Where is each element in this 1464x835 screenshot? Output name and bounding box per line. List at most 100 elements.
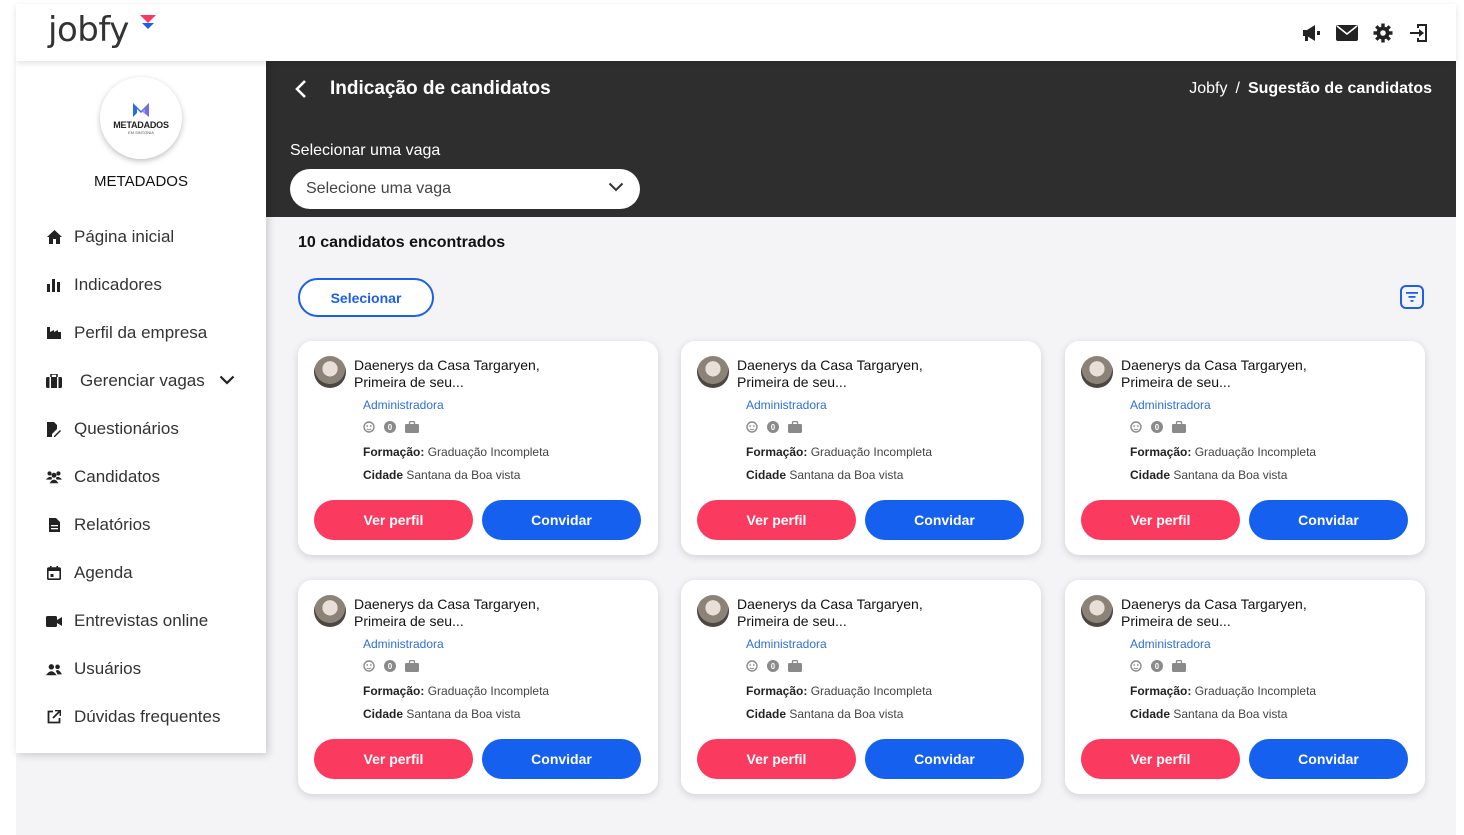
company-logo-subtitle: EM SINTONIA bbox=[128, 129, 154, 135]
mail-icon[interactable] bbox=[1336, 22, 1358, 44]
sidebar-item-agenda[interactable]: Agenda bbox=[16, 549, 266, 597]
vaga-select[interactable]: Selecione uma vaga bbox=[290, 169, 640, 209]
candidate-city: Cidade Santana da Boa vista bbox=[746, 707, 903, 721]
candidate-role[interactable]: Administradora bbox=[363, 398, 444, 412]
candidate-role[interactable]: Administradora bbox=[363, 637, 444, 651]
candidate-name: Daenerys da Casa Targaryen, Primeira de … bbox=[354, 596, 540, 629]
city-label: Cidade bbox=[1130, 468, 1171, 482]
company-name: METADADOS bbox=[94, 173, 188, 190]
sidebar-item-relatorios[interactable]: Relatórios bbox=[16, 501, 266, 549]
education-label: Formação: bbox=[746, 445, 808, 459]
sidebar-item-perfil-empresa[interactable]: Perfil da empresa bbox=[16, 309, 266, 357]
emotion-icon bbox=[746, 660, 758, 672]
sidebar-item-label: Indicadores bbox=[74, 275, 162, 294]
gear-icon[interactable] bbox=[1372, 22, 1394, 44]
city-value: Santana da Boa vista bbox=[406, 707, 521, 721]
city-label: Cidade bbox=[363, 468, 404, 482]
breadcrumb-current: Sugestão de candidatos bbox=[1247, 80, 1432, 97]
emotion-icon bbox=[363, 660, 375, 672]
logout-icon[interactable] bbox=[1408, 22, 1430, 44]
city-label: Cidade bbox=[363, 707, 404, 721]
candidate-name: Daenerys da Casa Targaryen, Primeira de … bbox=[737, 596, 923, 629]
sidebar-item-entrevistas-online[interactable]: Entrevistas online bbox=[16, 597, 266, 645]
emotion-icon bbox=[363, 421, 375, 433]
sidebar-item-label: Dúvidas frequentes bbox=[74, 707, 221, 726]
city-value: Santana da Boa vista bbox=[1173, 468, 1288, 482]
candidate-avatar[interactable] bbox=[1081, 595, 1113, 627]
candidate-avatar[interactable] bbox=[314, 356, 346, 388]
candidate-role[interactable]: Administradora bbox=[1130, 398, 1211, 412]
candidate-education: Formação: Graduação Incompleta bbox=[746, 445, 932, 459]
sidebar: METADADOS EM SINTONIA METADADOS Página i… bbox=[16, 61, 266, 753]
app-logo[interactable]: jobfy bbox=[48, 10, 129, 50]
ver-perfil-button[interactable]: Ver perfil bbox=[1081, 739, 1240, 779]
candidate-avatar[interactable] bbox=[314, 595, 346, 627]
page-header: Indicação de candidatos Jobfy / Sugestão… bbox=[266, 61, 1456, 217]
candidate-indicators: 0 bbox=[1130, 421, 1186, 433]
candidate-indicators: 0 bbox=[746, 421, 802, 433]
sidebar-item-indicadores[interactable]: Indicadores bbox=[16, 261, 266, 309]
candidate-role[interactable]: Administradora bbox=[1130, 637, 1211, 651]
ver-perfil-button[interactable]: Ver perfil bbox=[314, 739, 473, 779]
sidebar-item-candidatos[interactable]: Candidatos bbox=[16, 453, 266, 501]
sidebar-item-usuarios[interactable]: Usuários bbox=[16, 645, 266, 693]
filter-icon[interactable] bbox=[1400, 285, 1424, 309]
factory-icon bbox=[46, 325, 62, 341]
candidate-name: Daenerys da Casa Targaryen, Primeira de … bbox=[737, 357, 923, 390]
convidar-button[interactable]: Convidar bbox=[865, 739, 1024, 779]
sidebar-item-label: Usuários bbox=[74, 659, 142, 678]
vaga-select-label: Selecionar uma vaga bbox=[290, 142, 441, 159]
education-value: Graduação Incompleta bbox=[810, 684, 933, 698]
candidate-avatar[interactable] bbox=[697, 356, 729, 388]
candidate-role[interactable]: Administradora bbox=[746, 398, 827, 412]
chevron-down-icon bbox=[608, 182, 624, 192]
results-count: 10 candidatos encontrados bbox=[298, 234, 506, 251]
city-label: Cidade bbox=[746, 468, 787, 482]
candidate-avatar[interactable] bbox=[697, 595, 729, 627]
candidate-card: Daenerys da Casa Targaryen, Primeira de … bbox=[298, 341, 658, 555]
convidar-button[interactable]: Convidar bbox=[482, 739, 641, 779]
sidebar-item-label: Candidatos bbox=[74, 467, 161, 486]
candidate-city: Cidade Santana da Boa vista bbox=[746, 468, 903, 482]
candidate-indicators: 0 bbox=[363, 660, 419, 672]
education-label: Formação: bbox=[363, 445, 425, 459]
candidate-education: Formação: Graduação Incompleta bbox=[363, 445, 549, 459]
education-value: Graduação Incompleta bbox=[427, 684, 550, 698]
candidate-city: Cidade Santana da Boa vista bbox=[1130, 468, 1287, 482]
candidate-name: Daenerys da Casa Targaryen, Primeira de … bbox=[1121, 357, 1307, 390]
candidate-card: Daenerys da Casa Targaryen, Primeira de … bbox=[1065, 341, 1425, 555]
briefcase-icon bbox=[46, 373, 62, 389]
candidate-city: Cidade Santana da Boa vista bbox=[363, 468, 520, 482]
sidebar-item-questionarios[interactable]: Questionários bbox=[16, 405, 266, 453]
convidar-button[interactable]: Convidar bbox=[1249, 739, 1408, 779]
count-badge: 0 bbox=[767, 660, 779, 672]
sidebar-item-pagina-inicial[interactable]: Página inicial bbox=[16, 213, 266, 261]
breadcrumb-root[interactable]: Jobfy bbox=[1189, 80, 1227, 98]
candidate-avatar[interactable] bbox=[1081, 356, 1113, 388]
ver-perfil-button[interactable]: Ver perfil bbox=[1081, 500, 1240, 540]
back-arrow-icon[interactable] bbox=[292, 79, 312, 99]
company-logo-mark-icon bbox=[133, 102, 149, 117]
convidar-button[interactable]: Convidar bbox=[865, 500, 1024, 540]
sidebar-item-gerenciar-vagas[interactable]: Gerenciar vagas bbox=[16, 357, 266, 405]
chevron-down-icon[interactable] bbox=[219, 372, 235, 390]
ver-perfil-button[interactable]: Ver perfil bbox=[697, 739, 856, 779]
education-label: Formação: bbox=[1130, 445, 1192, 459]
ver-perfil-button[interactable]: Ver perfil bbox=[314, 500, 473, 540]
city-value: Santana da Boa vista bbox=[406, 468, 521, 482]
external-link-icon bbox=[46, 709, 62, 725]
candidate-card: Daenerys da Casa Targaryen, Primeira de … bbox=[1065, 580, 1425, 794]
sidebar-item-label: Perfil da empresa bbox=[74, 323, 208, 342]
count-badge: 0 bbox=[384, 421, 396, 433]
select-button[interactable]: Selecionar bbox=[298, 278, 434, 317]
convidar-button[interactable]: Convidar bbox=[1249, 500, 1408, 540]
education-value: Graduação Incompleta bbox=[810, 445, 933, 459]
ver-perfil-button[interactable]: Ver perfil bbox=[697, 500, 856, 540]
calendar-icon bbox=[46, 565, 62, 581]
sidebar-item-duvidas-frequentes[interactable]: Dúvidas frequentes bbox=[16, 693, 266, 741]
candidate-role[interactable]: Administradora bbox=[746, 637, 827, 651]
city-value: Santana da Boa vista bbox=[789, 707, 904, 721]
megaphone-icon[interactable] bbox=[1300, 22, 1322, 44]
sidebar-item-label: Agenda bbox=[74, 563, 133, 582]
convidar-button[interactable]: Convidar bbox=[482, 500, 641, 540]
